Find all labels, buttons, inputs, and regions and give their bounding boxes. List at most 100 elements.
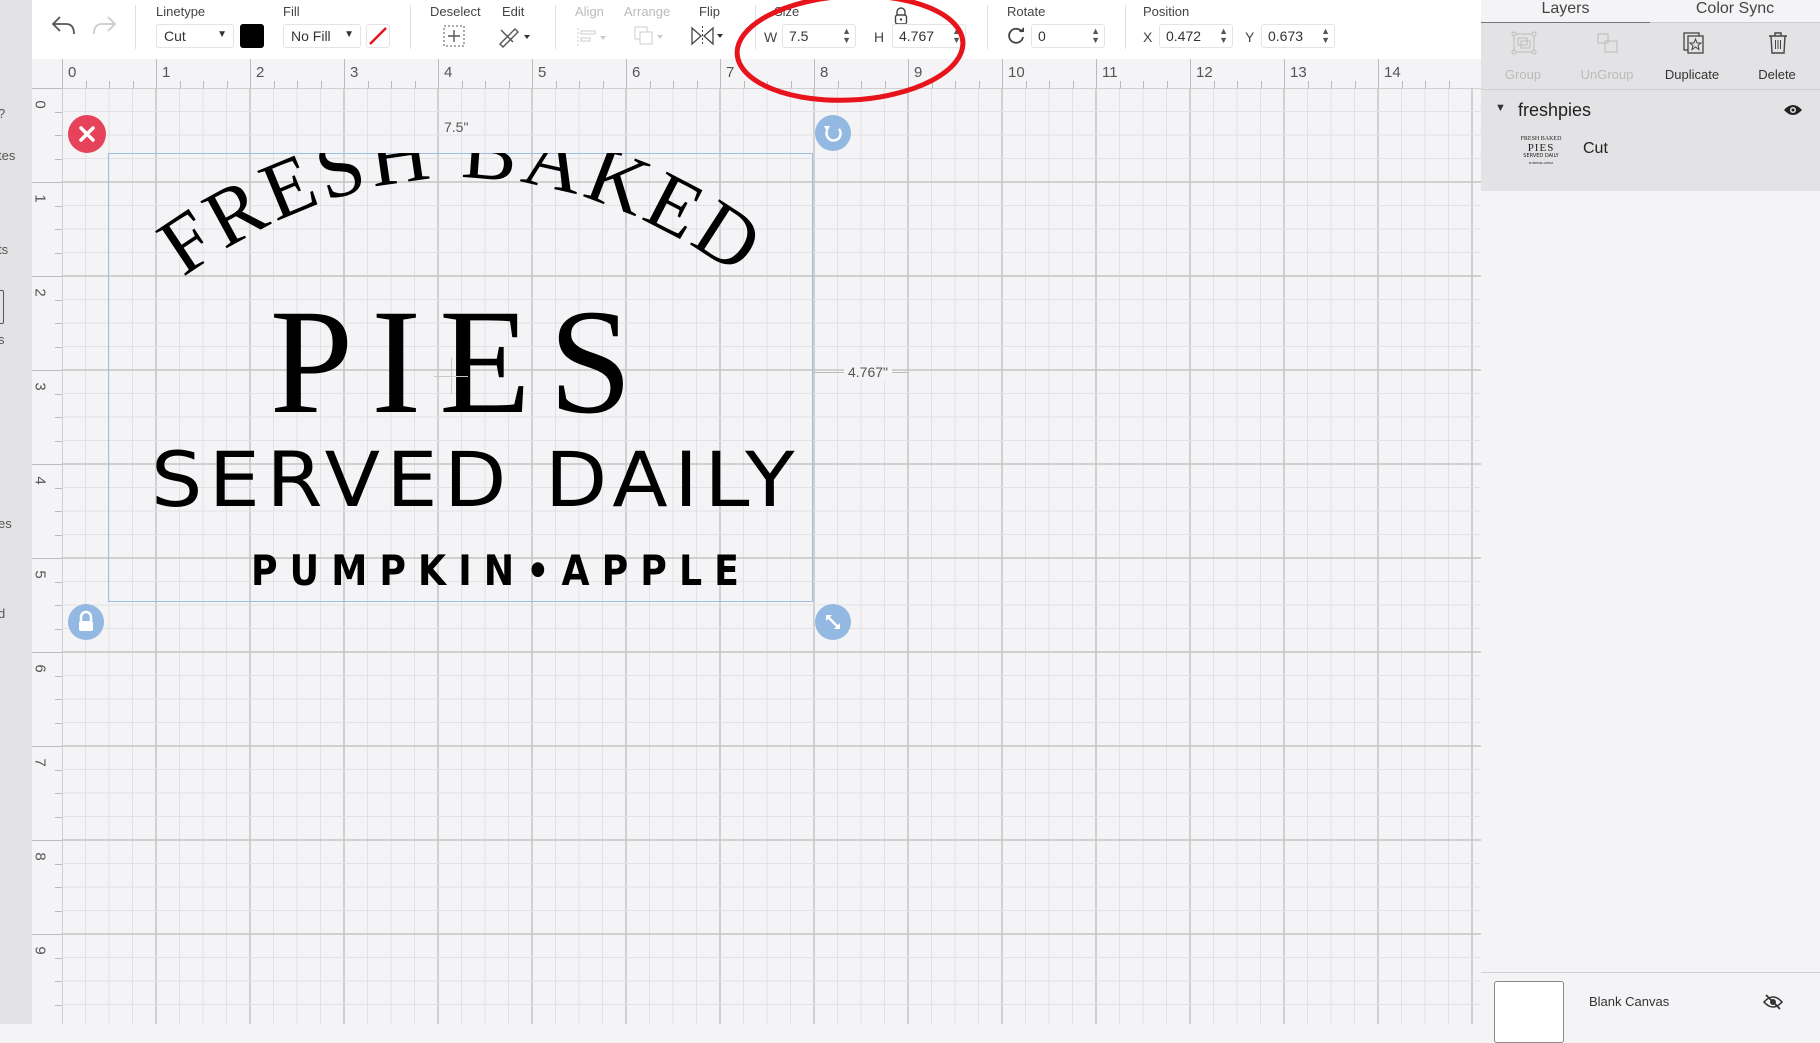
ruler-tick [485,81,486,88]
sidebar-fragment[interactable]: d [0,606,5,621]
ruler-label: 2 [31,288,49,297]
width-stepper[interactable]: ▲ ▼ [842,27,851,45]
edit-button[interactable] [497,24,533,53]
ruler-tick [1002,59,1003,88]
ruler-tick [32,652,62,653]
group-button[interactable]: Group [1481,23,1565,90]
ruler-label: 6 [31,664,49,673]
duplicate-button[interactable]: Duplicate [1650,23,1734,90]
chevron-down-icon: ▼ [217,29,227,40]
ruler-tick [649,81,651,88]
ruler-tick [55,229,62,230]
duplicate-icon [1683,32,1704,54]
center-crosshair [451,358,452,394]
ruler-label: 5 [31,570,49,579]
eye-hidden-icon[interactable] [1763,993,1783,1011]
layer-item[interactable]: FRESH BAKED PIES SERVED DAILY PUMPKIN•AP… [1481,130,1820,185]
ruler-tick [55,816,62,818]
redo-button[interactable] [90,14,118,43]
position-x-stepper[interactable]: ▲ ▼ [1219,27,1228,45]
toolbar-divider [555,5,556,49]
layer-group-header[interactable]: ▼ freshpies [1481,90,1820,130]
position-x-input[interactable]: 0.472 ▲ ▼ [1159,24,1233,48]
ruler-label: 3 [350,64,359,81]
lock-icon [79,610,93,631]
ruler-tick [85,81,87,88]
linetype-color-swatch[interactable] [240,24,264,48]
ruler-tick [861,81,862,88]
sidebar-fragment[interactable]: s [0,332,5,347]
height-stepper[interactable]: ▲ ▼ [952,27,961,45]
ruler-label: 0 [31,100,49,109]
ruler-tick [414,81,416,88]
ruler-tick [32,558,62,559]
ruler-label: 0 [68,64,77,81]
blank-canvas-thumbnail[interactable] [1494,981,1564,1043]
ruler-tick [32,464,62,465]
fill-color-swatch[interactable] [366,24,390,48]
deselect-button[interactable] [442,24,466,53]
flip-button[interactable] [689,24,729,53]
height-value: 4.767 [899,28,935,44]
ruler-tick [1401,81,1403,88]
ruler-tick [55,205,62,207]
ruler-tick [55,252,62,254]
align-button[interactable] [575,26,611,53]
position-y-stepper[interactable]: ▲ ▼ [1321,27,1330,45]
collapse-arrow-icon[interactable]: ▼ [1495,102,1506,114]
sidebar-fragment[interactable]: tes [0,148,15,163]
layer-thumbnail: FRESH BAKED PIES SERVED DAILY PUMPKIN•AP… [1520,136,1562,165]
ruler-tick [931,81,933,88]
ruler-tick [1143,81,1144,88]
sidebar-fragment[interactable]: ts [0,242,8,257]
width-label: W [764,29,778,45]
position-y-input[interactable]: 0.673 ▲ ▼ [1261,24,1335,48]
ruler-label: 2 [256,64,265,81]
design-line-pies: PIES [270,279,650,445]
eye-icon[interactable] [1783,103,1803,117]
tab-color-sync[interactable]: Color Sync [1650,0,1820,23]
sidebar-fragment[interactable]: ? [0,106,5,121]
rotate-handle[interactable] [815,115,851,151]
ruler-tick [55,323,62,324]
rotate-input[interactable]: 0 ▲ ▼ [1031,24,1105,48]
toolbar-divider [755,5,756,49]
ruler-tick [1166,81,1168,88]
ruler-tick [32,276,62,277]
ruler-tick [203,81,204,88]
blank-canvas-row[interactable]: Blank Canvas [1481,973,1820,1043]
ruler-tick [814,59,815,88]
ungroup-button[interactable]: UnGroup [1565,23,1649,90]
design-artwork[interactable]: FRESH BAKED PIES SERVED DAILY PUMPKIN•AP… [108,153,813,602]
lock-proportions-handle[interactable] [68,604,104,640]
arrange-button[interactable] [632,24,668,53]
height-input[interactable]: 4.767 ▲ ▼ [892,24,966,48]
delete-button[interactable]: Delete [1735,23,1819,90]
undo-button[interactable] [50,14,78,43]
ruler-label: 4 [444,64,453,81]
ruler-tick [1072,81,1074,88]
sidebar-fragment[interactable]: es [0,516,12,531]
fill-select[interactable]: No Fill ▼ [283,24,361,48]
ruler-tick [673,81,674,88]
width-input[interactable]: 7.5 ▲ ▼ [782,24,856,48]
ruler-tick [55,605,62,606]
align-icon [577,28,606,46]
ruler-tick [32,88,62,89]
ruler-tick [250,59,251,88]
resize-handle[interactable] [815,604,851,640]
ruler-tick [32,934,62,935]
ruler-tick [344,59,345,88]
ruler-tick [55,299,62,301]
tab-layers[interactable]: Layers [1481,0,1650,24]
design-line-served-daily: SERVED DAILY [151,435,801,524]
ruler-tick [1331,81,1332,88]
ruler-label: 5 [538,64,547,81]
ruler-tick [32,840,62,841]
position-x-label: X [1143,29,1153,45]
linetype-select[interactable]: Cut ▼ [156,24,234,48]
rotate-stepper[interactable]: ▲ ▼ [1091,27,1100,45]
ruler-tick [32,370,62,371]
delete-handle[interactable] [68,115,106,153]
design-canvas[interactable]: 7.5" 4.767" FRESH BAKED PIES SERVED DAIL… [62,88,1481,1024]
